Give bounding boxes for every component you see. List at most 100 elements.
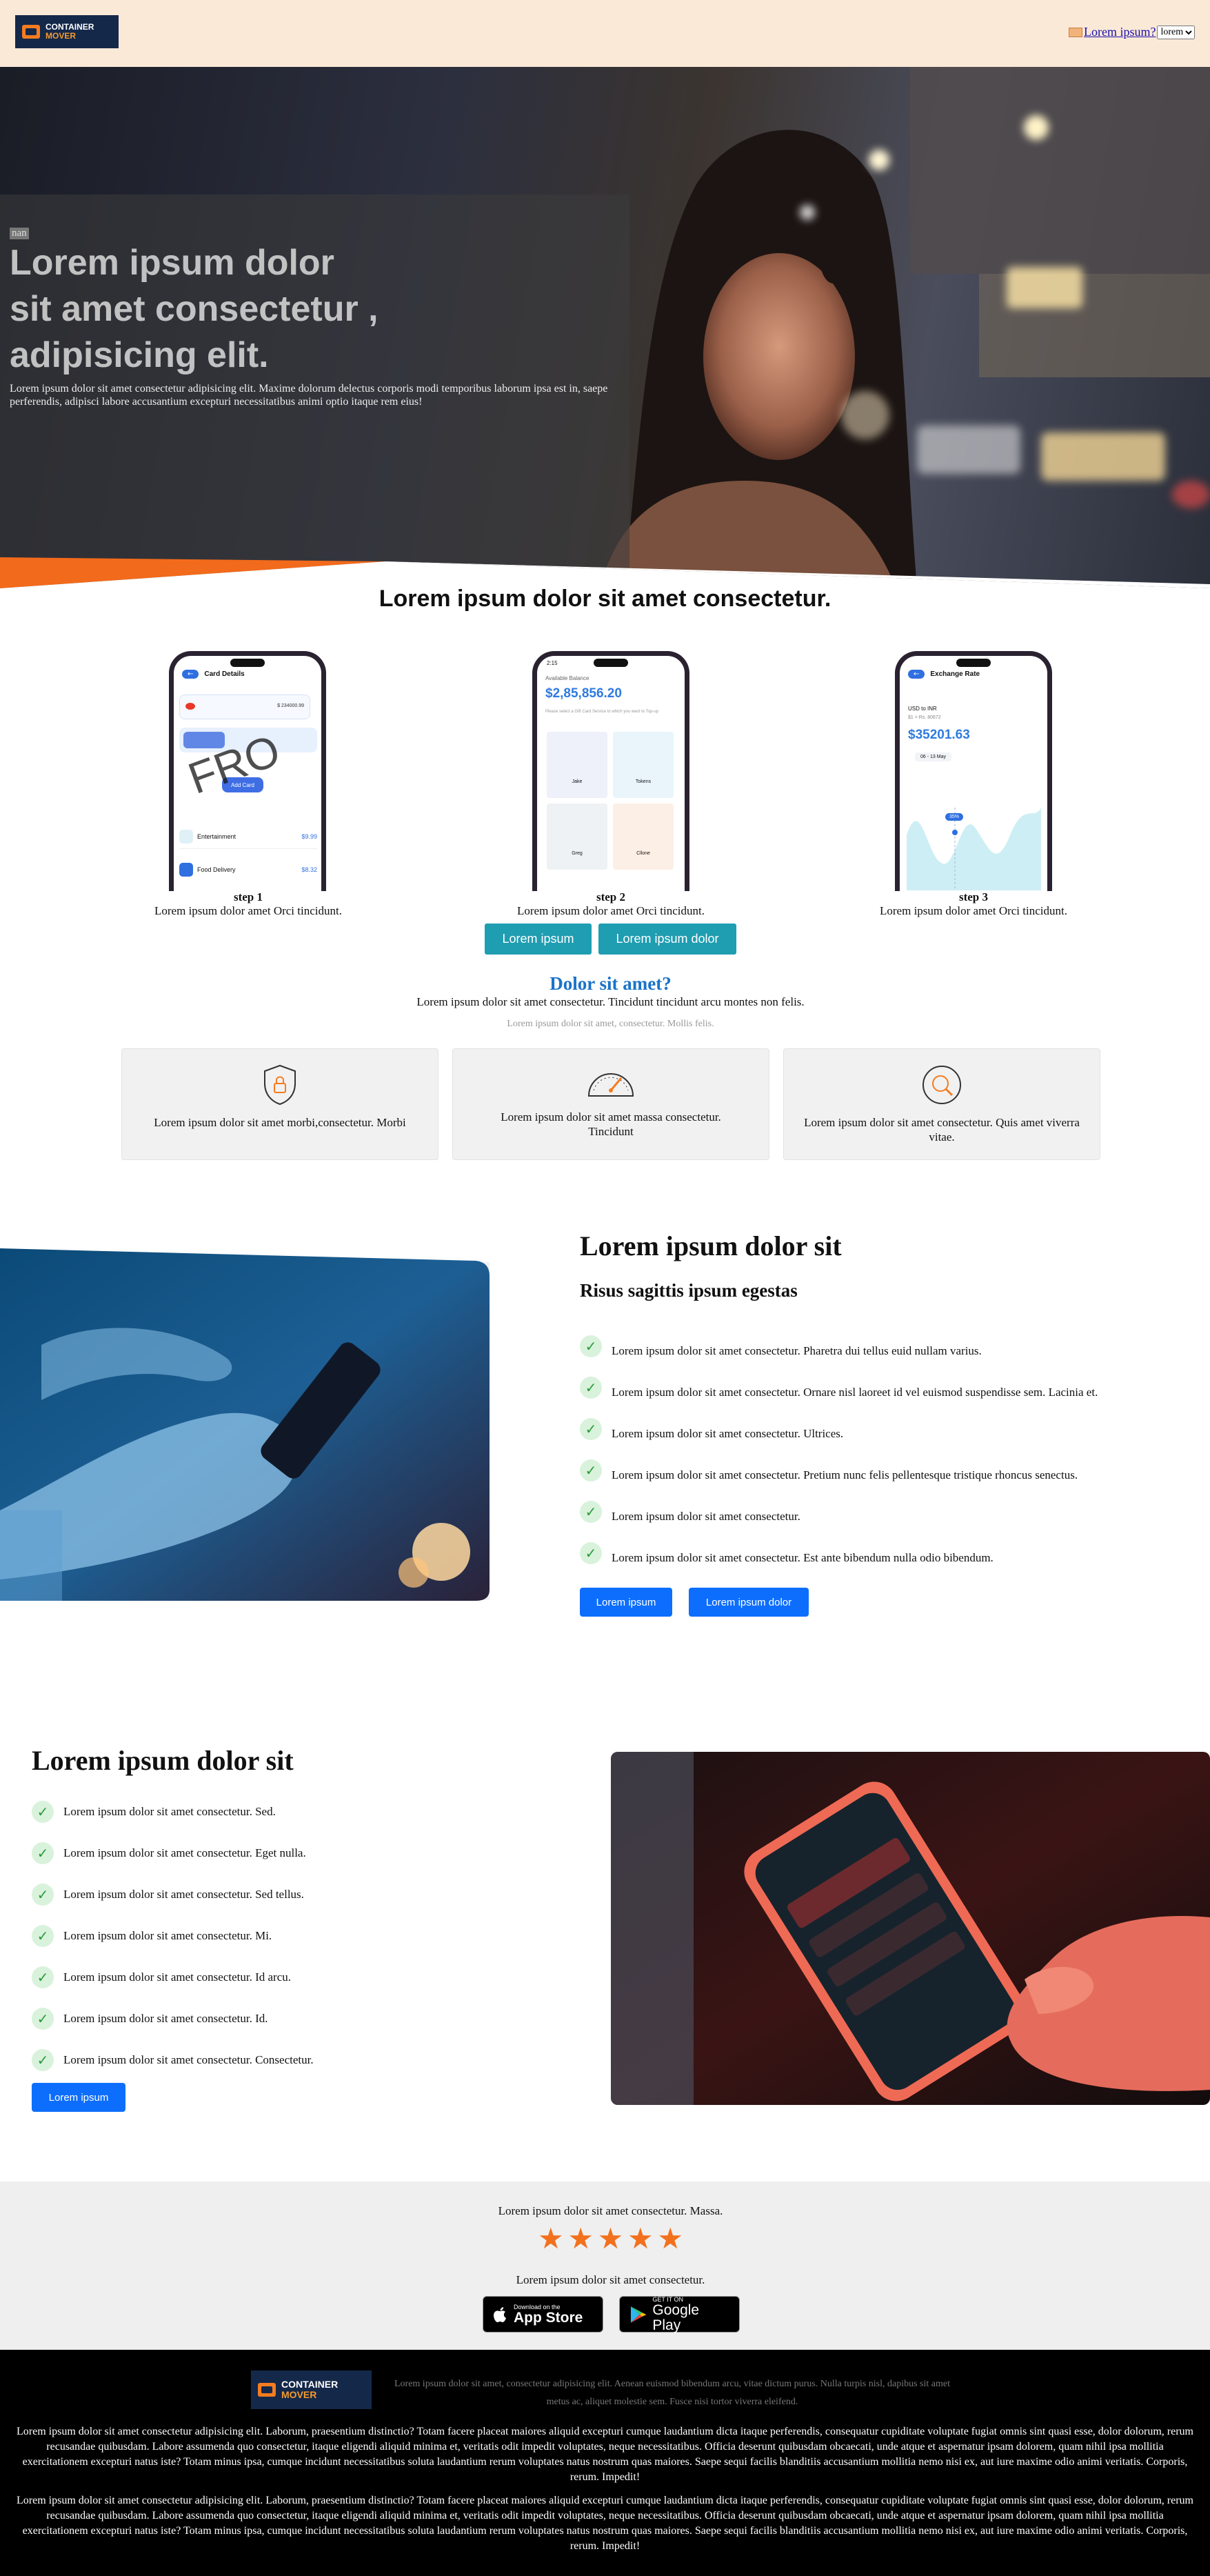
feature2-item: ✓ Lorem ipsum dolor sit amet consectetur.…: [32, 1915, 314, 1957]
info-card-3-text: Lorem ipsum dolor sit amet consectetur. …: [804, 1116, 1080, 1144]
hero-bottom-wave: [0, 557, 1210, 588]
app-store-big: App Store: [514, 2309, 583, 2326]
feature2-list: ✓ Lorem ipsum dolor sit amet consectetur.…: [32, 1791, 314, 2081]
phone-mockup-step3: ← Exchange Rate USD to INR $1 = Rs. 8067…: [895, 651, 1052, 891]
google-play-icon: [630, 2306, 647, 2323]
phone2-label: Available Balance: [545, 675, 589, 681]
about-note: Lorem ipsum dolor sit amet, consectetur.…: [507, 1019, 714, 1029]
feature2-item: ✓ Lorem ipsum dolor sit amet consectetur.…: [32, 1998, 314, 2039]
hero-title-line3: adipisicing elit.: [10, 335, 269, 375]
phone1-list2-label: Food Delivery: [197, 866, 236, 873]
phone2-note: Please select a Gift Card Service to whi…: [545, 710, 658, 714]
check-icon: ✓: [580, 1377, 602, 1399]
feature1-item-text: Lorem ipsum dolor sit amet consectetur. …: [612, 1344, 982, 1357]
phone3-rate-chart: [907, 808, 1041, 890]
feature1-item: ✓ Lorem ipsum dolor sit amet consectetur.…: [580, 1408, 1098, 1450]
feature1-item: ✓ Lorem ipsum dolor sit amet consectetur.…: [580, 1326, 1098, 1367]
check-icon: ✓: [32, 2049, 54, 2071]
feature2-item-text: Lorem ipsum dolor sit amet consectetur. …: [63, 2012, 268, 2025]
phone2-cell-3-label: Greg: [572, 851, 583, 856]
google-play-button[interactable]: GET IT ON Google Play: [619, 2296, 740, 2333]
feature1-item: ✓ Lorem ipsum dolor sit amet consectetur.: [580, 1491, 1098, 1532]
step1-text: Lorem ipsum dolor amet Orci tincidunt.: [154, 904, 342, 917]
feature2-item-text: Lorem ipsum dolor sit amet consectetur. …: [63, 1970, 291, 1984]
steps-button-secondary[interactable]: Lorem ipsum dolor: [598, 923, 736, 955]
phone2-cell-1-label: Jake: [572, 779, 583, 784]
feature1-item-text: Lorem ipsum dolor sit amet consectetur.: [612, 1510, 800, 1523]
info-card-3: Lorem ipsum dolor sit amet consectetur. …: [783, 1048, 1100, 1160]
back-arrow-icon: ←: [182, 670, 199, 679]
check-icon: ✓: [32, 1966, 54, 1988]
rating-text: Lorem ipsum dolor sit amet consectetur. …: [498, 2204, 723, 2217]
phone2-time: 2:15: [547, 660, 558, 666]
about-lead: Lorem ipsum dolor sit amet consectetur. …: [416, 995, 805, 1008]
footer-logo-line1: CONTAINER: [281, 2379, 339, 2390]
feature2-image: [611, 1752, 1210, 2105]
nav-image-icon: [1069, 27, 1082, 37]
phone1-card: $ 234000.99: [179, 695, 310, 719]
feature2-item-text: Lorem ipsum dolor sit amet consectetur. …: [63, 2053, 314, 2066]
check-icon: ✓: [580, 1542, 602, 1564]
check-icon: ✓: [580, 1335, 602, 1357]
feature1-image: [0, 1248, 490, 1601]
phone1-amount: $ 234000.99: [277, 703, 304, 708]
footer-paragraph-2: Lorem ipsum dolor sit amet consectetur a…: [17, 2495, 1193, 2552]
header-nav: Lorem ipsum? lorem: [1069, 25, 1196, 39]
info-card-2-text: Lorem ipsum dolor sit amet massa consect…: [501, 1110, 721, 1138]
check-icon: ✓: [32, 1801, 54, 1823]
check-icon: ✓: [32, 1842, 54, 1864]
info-card-2: Lorem ipsum dolor sit amet massa consect…: [452, 1048, 769, 1160]
check-icon: ✓: [32, 1925, 54, 1947]
step1-label: step 1: [233, 890, 263, 903]
steps-heading: Lorem ipsum dolor sit amet consectetur.: [379, 586, 831, 612]
footer: CONTAINER MOVER Lorem ipsum dolor sit am…: [0, 2350, 1210, 2576]
feature1-item-text: Lorem ipsum dolor sit amet consectetur. …: [612, 1468, 1078, 1481]
phone1-list-item-2: Food Delivery $8.32: [179, 857, 317, 882]
header-logo[interactable]: CONTAINER MOVER: [15, 15, 119, 48]
check-icon: ✓: [580, 1459, 602, 1481]
header: CONTAINER MOVER Lorem ipsum? lorem: [0, 0, 1210, 67]
star-icon: ★: [657, 2221, 683, 2255]
phone1-title: Card Details: [204, 670, 245, 678]
feature2-item: ✓ Lorem ipsum dolor sit amet consectetur.…: [32, 1957, 314, 1998]
nav-link[interactable]: Lorem ipsum?: [1084, 25, 1156, 39]
feature1-list: ✓ Lorem ipsum dolor sit amet consectetur.…: [580, 1326, 1098, 1574]
logo-mark-icon: [22, 25, 40, 39]
entertainment-icon: [179, 829, 193, 843]
feature2-item-text: Lorem ipsum dolor sit amet consectetur. …: [63, 1846, 306, 1859]
feature1-item: ✓ Lorem ipsum dolor sit amet consectetur.…: [580, 1532, 1098, 1574]
feature2-button[interactable]: Lorem ipsum: [32, 2083, 125, 2112]
app-store-button[interactable]: Download on the App Store: [483, 2296, 603, 2333]
footer-logo-line2: MOVER: [281, 2389, 317, 2400]
phone3-range: 06 - 13 May: [915, 752, 951, 761]
star-icon: ★: [627, 2221, 654, 2255]
feature2-item-text: Lorem ipsum dolor sit amet consectetur. …: [63, 1805, 276, 1818]
phone3-rate: $1 = Rs. 80672: [908, 715, 941, 720]
feature1-button-secondary[interactable]: Lorem ipsum dolor: [689, 1588, 809, 1617]
footer-tagline: Lorem ipsum dolor sit amet, consectetur …: [394, 2379, 950, 2407]
logo-line2: MOVER: [46, 31, 77, 41]
footer-paragraph-1: Lorem ipsum dolor sit amet consectetur a…: [17, 2426, 1193, 2483]
star-icon: ★: [597, 2221, 624, 2255]
step2-text: Lorem ipsum dolor amet Orci tincidunt.: [517, 904, 705, 917]
steps-button-primary[interactable]: Lorem ipsum: [485, 923, 592, 955]
feature1-item-text: Lorem ipsum dolor sit amet consectetur. …: [612, 1386, 1098, 1399]
gauge-icon: [587, 1073, 634, 1097]
step2-label: step 2: [596, 890, 626, 903]
step3-label: step 3: [958, 890, 989, 903]
phone1-list-item-1: Entertainment $9.99: [179, 824, 317, 849]
feature1-button-primary[interactable]: Lorem ipsum: [580, 1588, 672, 1617]
phone-mockup-step1: ← Card Details $ 234000.99 Add Card FRO …: [169, 651, 326, 891]
feature1-item: ✓ Lorem ipsum dolor sit amet consectetur.…: [580, 1367, 1098, 1408]
feature1-item: ✓ Lorem ipsum dolor sit amet consectetur.…: [580, 1450, 1098, 1491]
footer-logo[interactable]: CONTAINER MOVER: [251, 2370, 372, 2409]
phone1-list2-amount: $8.32: [301, 866, 317, 873]
feature2-item: ✓ Lorem ipsum dolor sit amet consectetur.…: [32, 2039, 314, 2081]
search-icon: [922, 1066, 961, 1104]
hero-section: nan Lorem ipsum dolor sit amet consectet…: [0, 67, 1210, 588]
hero-title-line2: sit amet consectetur ,: [10, 289, 379, 329]
phone3-pair: USD to INR: [908, 706, 937, 712]
star-icon: ★: [538, 2221, 564, 2255]
feature2-item-text: Lorem ipsum dolor sit amet consectetur. …: [63, 1929, 272, 1942]
language-select[interactable]: lorem: [1157, 25, 1196, 39]
